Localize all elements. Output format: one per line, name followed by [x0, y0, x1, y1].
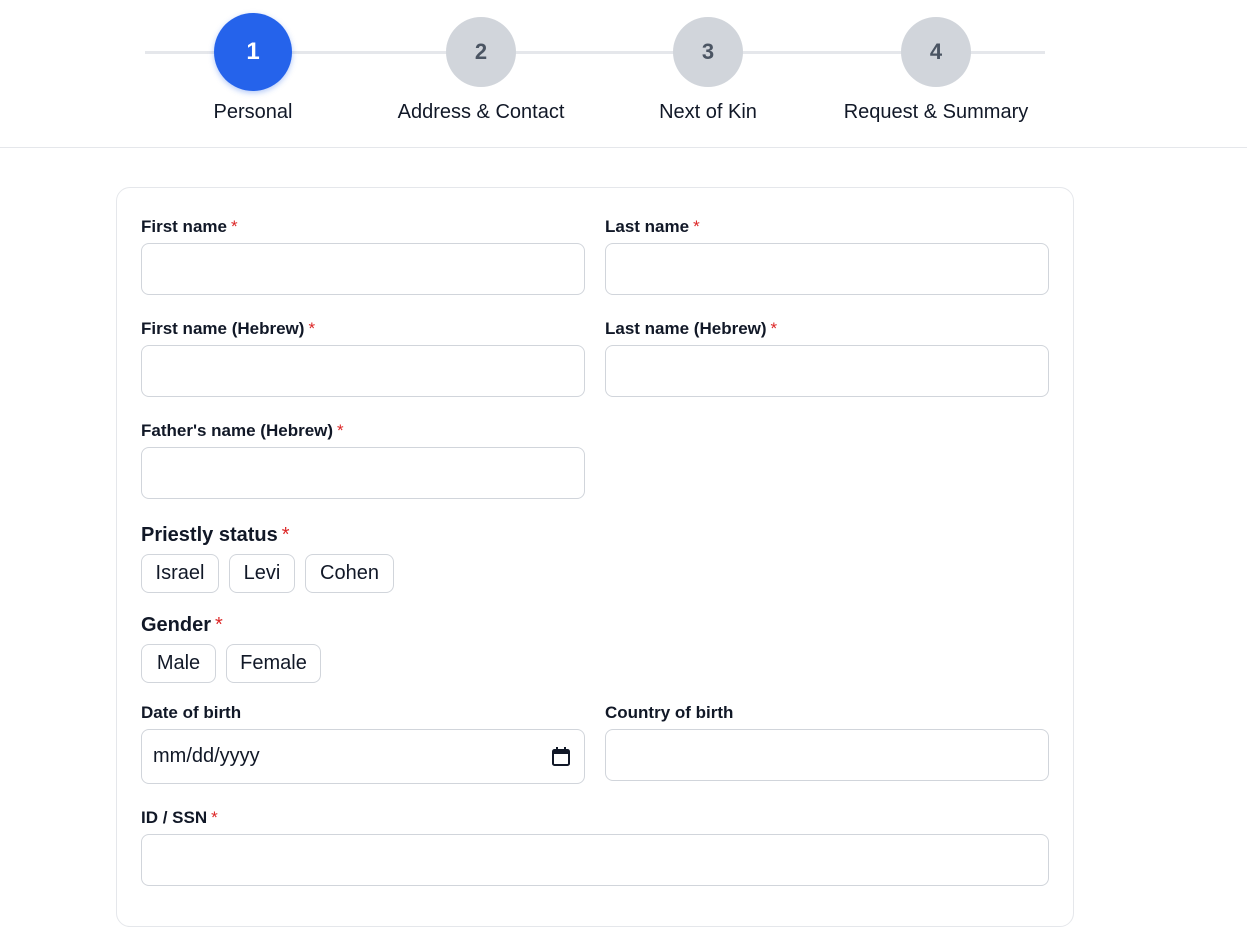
fathers-name-hebrew-input[interactable] — [141, 447, 585, 499]
gender-option-female[interactable]: Female — [226, 644, 321, 683]
step-number: 4 — [901, 17, 971, 87]
required-mark: * — [308, 319, 316, 338]
required-mark: * — [693, 217, 700, 236]
first-name-input[interactable] — [141, 243, 585, 295]
id-ssn-label-text: ID / SSN — [141, 808, 208, 827]
priestly-status-label-text: Priestly status — [141, 524, 278, 546]
date-placeholder: mm/dd/yyyy — [153, 745, 260, 767]
required-mark: * — [281, 524, 290, 546]
last-name-hebrew-label: Last name (Hebrew) * — [605, 319, 777, 339]
priestly-option-cohen[interactable]: Cohen — [305, 554, 394, 593]
required-mark: * — [337, 421, 344, 440]
country-of-birth-label-text: Country of birth — [605, 703, 734, 722]
country-of-birth-input[interactable] — [605, 729, 1049, 781]
fathers-name-hebrew-label-text: Father's name (Hebrew) — [141, 421, 334, 440]
id-ssn-input[interactable] — [141, 834, 1049, 886]
step-label: Next of Kin — [659, 101, 757, 123]
date-of-birth-input[interactable]: mm/dd/yyyy — [141, 729, 585, 784]
step-label: Personal — [213, 101, 293, 123]
last-name-hebrew-input[interactable] — [605, 345, 1049, 397]
fathers-name-hebrew-label: Father's name (Hebrew) * — [141, 421, 344, 441]
step-number: 3 — [673, 17, 743, 87]
priestly-option-israel[interactable]: Israel — [141, 554, 219, 593]
step-number: 1 — [214, 13, 292, 91]
step-label: Address & Contact — [397, 101, 565, 123]
last-name-label: Last name * — [605, 217, 700, 237]
first-name-label-text: First name — [141, 217, 227, 236]
first-name-hebrew-input[interactable] — [141, 345, 585, 397]
last-name-label-text: Last name — [605, 217, 690, 236]
date-of-birth-label: Date of birth — [141, 703, 241, 723]
first-name-hebrew-label-text: First name (Hebrew) — [141, 319, 305, 338]
calendar-icon[interactable] — [552, 747, 570, 766]
first-name-label: First name * — [141, 217, 238, 237]
id-ssn-label: ID / SSN * — [141, 808, 218, 828]
last-name-hebrew-label-text: Last name (Hebrew) — [605, 319, 767, 338]
required-mark: * — [230, 217, 238, 236]
country-of-birth-label: Country of birth — [605, 703, 733, 723]
gender-label: Gender * — [141, 614, 223, 637]
required-mark: * — [770, 319, 778, 338]
step-label: Request & Summary — [843, 101, 1029, 123]
date-of-birth-label-text: Date of birth — [141, 703, 242, 722]
gender-option-male[interactable]: Male — [141, 644, 216, 683]
gender-label-text: Gender — [141, 614, 212, 636]
priestly-option-levi[interactable]: Levi — [229, 554, 295, 593]
step-number: 2 — [446, 17, 516, 87]
priestly-status-label: Priestly status * — [141, 524, 290, 547]
required-mark: * — [215, 614, 223, 636]
required-mark: * — [211, 808, 218, 827]
progress-stepper: 1 Personal 2 Address & Contact 3 Next of… — [0, 0, 1247, 148]
last-name-input[interactable] — [605, 243, 1049, 295]
personal-details-card: First name * Last name * First name (Hebre… — [116, 187, 1074, 927]
first-name-hebrew-label: First name (Hebrew) * — [141, 319, 315, 339]
